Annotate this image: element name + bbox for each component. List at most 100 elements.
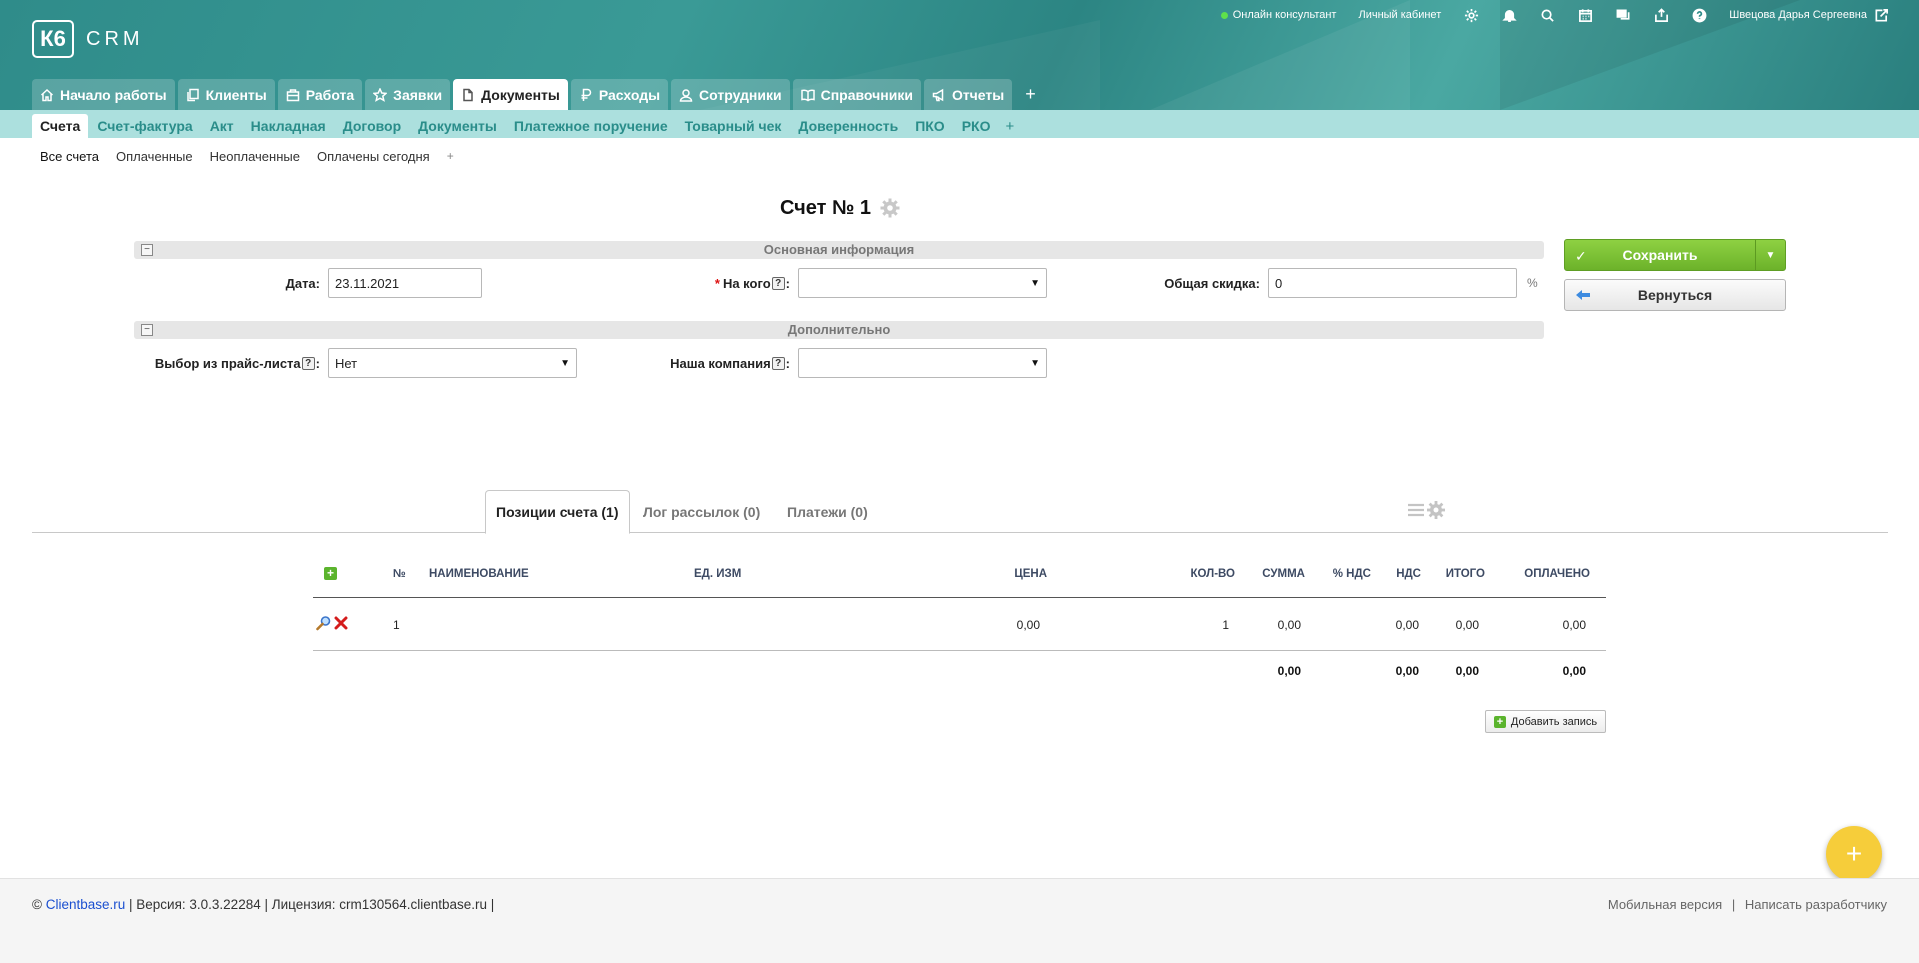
- search-icon[interactable]: [1539, 7, 1555, 23]
- col-vat[interactable]: НДС: [1379, 550, 1421, 597]
- tab-clients[interactable]: Клиенты: [177, 79, 275, 110]
- megaphone-icon: [932, 88, 946, 102]
- col-sum[interactable]: СУММА: [1243, 550, 1305, 597]
- delete-icon[interactable]: [334, 616, 348, 633]
- help-icon[interactable]: ?: [771, 356, 785, 370]
- document-icon: [461, 88, 475, 102]
- subtab-act[interactable]: Акт: [202, 114, 242, 138]
- gear-icon[interactable]: [1426, 500, 1446, 523]
- mobile-version-link[interactable]: Мобильная версия: [1608, 897, 1722, 912]
- subtab-sales-receipt[interactable]: Товарный чек: [677, 114, 790, 138]
- tab-reports[interactable]: Отчеты: [923, 79, 1013, 110]
- check-icon: ✓: [1575, 248, 1587, 264]
- help-icon[interactable]: ?: [771, 276, 785, 290]
- gear-icon[interactable]: [879, 197, 901, 219]
- row-actions: [316, 599, 352, 650]
- back-button[interactable]: Вернуться: [1564, 279, 1786, 311]
- subtab-rko[interactable]: РКО: [954, 114, 999, 138]
- date-input[interactable]: 23.11.2021: [328, 268, 482, 298]
- add-tab-button[interactable]: +: [1025, 79, 1036, 110]
- back-label: Вернуться: [1637, 287, 1713, 303]
- add-filter-button[interactable]: +: [447, 149, 454, 163]
- filter-unpaid[interactable]: Неоплаченные: [210, 149, 300, 164]
- tab-directories[interactable]: Справочники: [792, 79, 921, 110]
- col-num[interactable]: №: [393, 550, 406, 597]
- edit-icon[interactable]: [316, 615, 332, 634]
- add-record-label: Добавить запись: [1510, 715, 1598, 728]
- tab-employees[interactable]: Сотрудники: [671, 79, 790, 110]
- subtab-invoice-facture[interactable]: Счет-фактура: [89, 114, 200, 138]
- section-extra: Дополнительно −: [134, 321, 1544, 339]
- employees-icon: [679, 88, 693, 102]
- chevron-down-icon: ▼: [1030, 357, 1040, 369]
- export-icon[interactable]: [1653, 7, 1669, 23]
- tab-work[interactable]: Работа: [277, 79, 363, 110]
- add-record-button[interactable]: + Добавить запись: [1485, 710, 1606, 733]
- tab-start[interactable]: Начало работы: [32, 79, 175, 110]
- clientbase-link[interactable]: Clientbase.ru: [46, 897, 126, 912]
- tab-payments[interactable]: Платежи (0): [777, 490, 878, 534]
- col-total[interactable]: ИТОГО: [1429, 550, 1485, 597]
- add-subtab-button[interactable]: +: [999, 114, 1020, 138]
- logout-icon[interactable]: [1873, 7, 1889, 23]
- tab-invoice-items[interactable]: Позиции счета (1): [485, 490, 630, 534]
- page-title: Счет № 1: [780, 196, 871, 219]
- floating-add-button[interactable]: +: [1826, 826, 1882, 882]
- subtab-invoices[interactable]: Счета: [32, 114, 89, 138]
- save-main[interactable]: ✓ Сохранить: [1565, 240, 1755, 270]
- tab-documents[interactable]: Документы: [453, 79, 568, 110]
- cell-num: 1: [393, 617, 400, 632]
- percent-unit: %: [1527, 276, 1538, 290]
- cell-total: 0,00: [1455, 617, 1479, 632]
- price-list-value: Нет: [335, 355, 358, 371]
- subtab-pko[interactable]: ПКО: [907, 114, 953, 138]
- col-name[interactable]: НАИМЕНОВАНИЕ: [429, 550, 529, 597]
- tab-requests[interactable]: Заявки: [365, 79, 451, 110]
- logo[interactable]: К6 CRM: [32, 20, 144, 58]
- settings-gear-icon[interactable]: [1463, 7, 1479, 23]
- help-icon[interactable]: [1691, 7, 1707, 23]
- recipient-select[interactable]: ▼: [798, 268, 1047, 298]
- tab-label: Заявки: [393, 86, 443, 103]
- company-select[interactable]: ▼: [798, 348, 1047, 378]
- tab-expenses[interactable]: Расходы: [570, 79, 669, 110]
- save-dropdown-button[interactable]: ▼: [1755, 240, 1785, 270]
- subtab-contract[interactable]: Договор: [335, 114, 409, 138]
- filter-paid-today[interactable]: Оплачены сегодня: [317, 149, 430, 164]
- total-total: 0,00: [1455, 664, 1479, 678]
- chevron-down-icon: ▼: [1030, 277, 1040, 289]
- write-developer-link[interactable]: Написать разработчику: [1745, 897, 1887, 912]
- collapse-toggle[interactable]: −: [141, 244, 153, 256]
- user-name[interactable]: Швецова Дарья Сергеевна: [1729, 9, 1867, 21]
- col-price[interactable]: ЦЕНА: [913, 550, 1047, 597]
- tab-label: Работа: [305, 86, 355, 103]
- save-button[interactable]: ✓ Сохранить ▼: [1564, 239, 1786, 271]
- subtab-documents[interactable]: Документы: [410, 114, 505, 138]
- filter-paid[interactable]: Оплаченные: [116, 149, 193, 164]
- chat-icon[interactable]: [1615, 7, 1631, 23]
- filter-all[interactable]: Все счета: [40, 149, 99, 164]
- tab-mailing-log[interactable]: Лог рассылок (0): [633, 490, 770, 534]
- subtab-power-of-attorney[interactable]: Доверенность: [790, 114, 906, 138]
- col-paid[interactable]: ОПЛАЧЕНО: [1493, 550, 1590, 597]
- list-icon[interactable]: [1406, 500, 1426, 523]
- cell-vat-pct[interactable]: [1313, 599, 1371, 650]
- calendar-icon[interactable]: [1577, 7, 1593, 23]
- discount-input[interactable]: 0: [1268, 268, 1517, 298]
- logo-text: CRM: [86, 27, 144, 50]
- col-qty[interactable]: КОЛ-ВО: [1143, 550, 1235, 597]
- bell-icon[interactable]: [1501, 7, 1517, 23]
- subtab-payment-order[interactable]: Платежное поручение: [506, 114, 676, 138]
- collapse-toggle[interactable]: −: [141, 324, 153, 336]
- col-vat-pct[interactable]: % НДС: [1313, 550, 1371, 597]
- col-unit[interactable]: ЕД. ИЗМ: [694, 550, 741, 597]
- cell-qty[interactable]: 1: [1143, 599, 1229, 650]
- help-icon[interactable]: ?: [301, 356, 315, 370]
- price-list-select[interactable]: Нет ▼: [328, 348, 577, 378]
- date-label: Дата:: [285, 275, 320, 291]
- add-row-button[interactable]: +: [324, 550, 344, 597]
- subtab-waybill[interactable]: Накладная: [243, 114, 334, 138]
- online-consultant-link[interactable]: Онлайн консультант: [1233, 9, 1337, 21]
- personal-cabinet-link[interactable]: Личный кабинет: [1358, 9, 1441, 21]
- cell-price[interactable]: 0,00: [913, 599, 1040, 650]
